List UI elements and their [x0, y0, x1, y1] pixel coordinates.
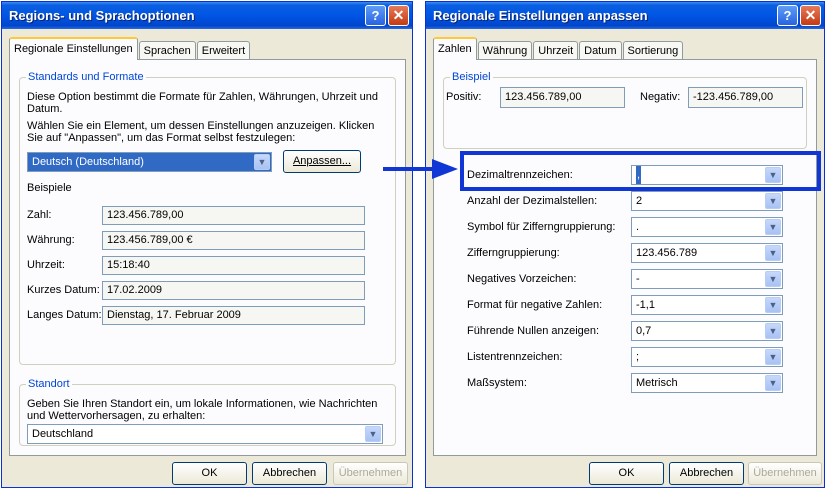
arrow-line — [383, 167, 437, 171]
locale-select[interactable]: Deutsch (Deutschland) ▼ — [27, 152, 272, 172]
example-label: Uhrzeit: — [27, 259, 65, 271]
examples-title: Beispiele — [27, 182, 72, 194]
grouping-symbol-label: Symbol für Zifferngruppierung: — [467, 221, 616, 233]
customize-button[interactable]: Anpassen... — [283, 150, 361, 173]
window-title: Regions- und Sprachoptionen — [9, 8, 195, 23]
chevron-down-icon[interactable]: ▼ — [254, 154, 270, 170]
help-icon[interactable]: ? — [777, 5, 798, 26]
tab-time[interactable]: Uhrzeit — [533, 41, 579, 60]
tab-panel: Beispiel Positiv: 123.456.789,00 Negativ… — [433, 59, 817, 456]
customize-regional-settings-window: Regionale Einstellungen anpassen ? ✕ Zah… — [425, 1, 825, 488]
location-select-value: Deutschland — [32, 428, 94, 440]
decimal-separator-highlight — [460, 151, 821, 191]
location-description: Geben Sie Ihren Standort ein, um lokale … — [27, 398, 378, 422]
title-bar: Regionale Einstellungen anpassen ? ✕ — [426, 2, 824, 29]
decimal-places-select[interactable]: 2 ▼ — [631, 191, 783, 211]
instruction-text: Wählen Sie ein Element, um dessen Einste… — [27, 120, 375, 144]
regional-options-window: Regions- und Sprachoptionen ? ✕ Regional… — [1, 1, 413, 488]
title-bar: Regions- und Sprachoptionen ? ✕ — [2, 2, 412, 29]
window-title: Regionale Einstellungen anpassen — [433, 8, 648, 23]
ok-button[interactable]: OK — [589, 462, 664, 485]
digit-grouping-label: Zifferngruppierung: — [467, 247, 560, 259]
negative-format-select[interactable]: -1,1 ▼ — [631, 295, 783, 315]
location-select[interactable]: Deutschland ▼ — [27, 424, 383, 444]
list-separator-value: ; — [636, 351, 640, 363]
example-time-value: 15:18:40 — [102, 256, 365, 275]
example-label: Währung: — [27, 234, 75, 246]
decimal-places-value: 2 — [636, 195, 643, 207]
list-separator-label: Listentrennzeichen: — [467, 351, 563, 363]
grouping-symbol-value: . — [636, 221, 640, 233]
location-group: Standort Geben Sie Ihren Standort ein, u… — [19, 378, 396, 446]
grouping-symbol-select[interactable]: . ▼ — [631, 217, 783, 237]
measurement-system-value: Metrisch — [636, 377, 678, 389]
arrow-head-icon — [432, 159, 458, 179]
negative-sign-value: - — [636, 273, 640, 285]
leading-zeros-value: 0,7 — [636, 325, 652, 337]
negative-sign-select[interactable]: - ▼ — [631, 269, 783, 289]
description-text: Diese Option bestimmt die Formate für Za… — [27, 91, 378, 115]
tab-numbers[interactable]: Zahlen — [433, 37, 477, 60]
example-label: Langes Datum: — [27, 309, 102, 321]
group-legend: Standards und Formate — [26, 71, 146, 83]
example-long-date-value: Dienstag, 17. Februar 2009 — [102, 306, 365, 325]
example-label: Kurzes Datum: — [27, 284, 100, 296]
ok-button[interactable]: OK — [172, 462, 247, 485]
tab-regional-settings[interactable]: Regionale Einstellungen — [9, 37, 138, 60]
list-separator-select[interactable]: ; ▼ — [631, 347, 783, 367]
close-icon[interactable]: ✕ — [388, 5, 409, 26]
chevron-down-icon[interactable]: ▼ — [765, 375, 781, 391]
negative-format-label: Format für negative Zahlen: — [467, 299, 603, 311]
example-label: Zahl: — [27, 209, 52, 221]
example-number-value: 123.456.789,00 — [102, 206, 365, 225]
positive-example-value: 123.456.789,00 — [500, 87, 625, 108]
apply-button[interactable]: Übernehmen — [333, 462, 408, 485]
help-icon[interactable]: ? — [365, 5, 386, 26]
chevron-down-icon[interactable]: ▼ — [765, 349, 781, 365]
leading-zeros-label: Führende Nullen anzeigen: — [467, 325, 600, 337]
digit-grouping-value: 123.456.789 — [636, 247, 698, 259]
negative-example-value: -123.456.789,00 — [688, 87, 803, 108]
cancel-button[interactable]: Abbrechen — [669, 462, 744, 485]
measurement-system-select[interactable]: Metrisch ▼ — [631, 373, 783, 393]
tab-strip: Regionale Einstellungen Sprachen Erweite… — [9, 37, 251, 60]
chevron-down-icon[interactable]: ▼ — [765, 271, 781, 287]
group-legend: Beispiel — [450, 71, 493, 83]
digit-grouping-select[interactable]: 123.456.789 ▼ — [631, 243, 783, 263]
tab-languages[interactable]: Sprachen — [138, 41, 196, 60]
example-currency-value: 123.456.789,00 € — [102, 231, 365, 250]
positive-label: Positiv: — [446, 91, 482, 103]
close-icon[interactable]: ✕ — [800, 5, 821, 26]
locale-select-value: Deutsch (Deutschland) — [32, 156, 144, 168]
chevron-down-icon[interactable]: ▼ — [765, 245, 781, 261]
negative-format-value: -1,1 — [636, 299, 655, 311]
decimal-places-label: Anzahl der Dezimalstellen: — [467, 195, 598, 207]
group-legend: Standort — [26, 378, 72, 390]
tab-date[interactable]: Datum — [579, 41, 622, 60]
chevron-down-icon[interactable]: ▼ — [765, 297, 781, 313]
chevron-down-icon[interactable]: ▼ — [765, 219, 781, 235]
cancel-button[interactable]: Abbrechen — [252, 462, 327, 485]
standards-formats-group: Standards und Formate Diese Option besti… — [19, 71, 396, 365]
negative-sign-label: Negatives Vorzeichen: — [467, 273, 577, 285]
chevron-down-icon[interactable]: ▼ — [365, 426, 381, 442]
negative-label: Negativ: — [640, 91, 681, 103]
chevron-down-icon[interactable]: ▼ — [765, 323, 781, 339]
leading-zeros-select[interactable]: 0,7 ▼ — [631, 321, 783, 341]
tab-currency[interactable]: Währung — [477, 41, 533, 60]
tab-sorting[interactable]: Sortierung — [622, 41, 684, 60]
tab-strip: Zahlen Währung Uhrzeit Datum Sortierung — [433, 37, 684, 60]
tab-panel: Standards und Formate Diese Option besti… — [9, 59, 406, 456]
example-short-date-value: 17.02.2009 — [102, 281, 365, 300]
tab-advanced[interactable]: Erweitert — [196, 41, 251, 60]
apply-button[interactable]: Übernehmen — [748, 462, 822, 485]
chevron-down-icon[interactable]: ▼ — [765, 193, 781, 209]
example-group: Beispiel Positiv: 123.456.789,00 Negativ… — [443, 71, 807, 149]
measurement-system-label: Maßsystem: — [467, 377, 527, 389]
